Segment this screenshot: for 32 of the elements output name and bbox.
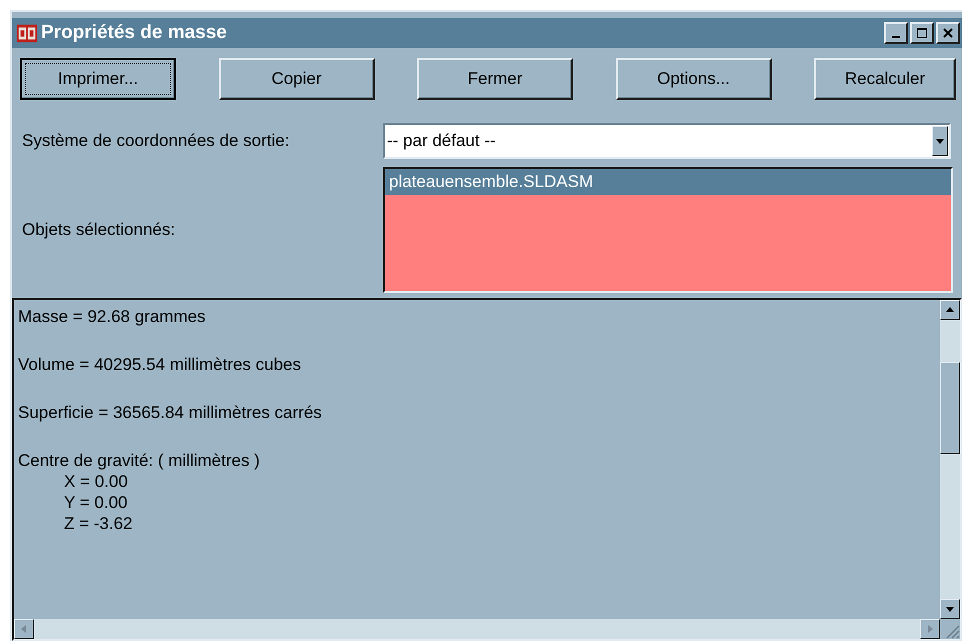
- result-line: Y = 0.00: [63, 492, 128, 513]
- close-button[interactable]: [936, 22, 960, 44]
- dialog-button[interactable]: Copier: [218, 58, 374, 100]
- horizontal-scrollbar[interactable]: [14, 619, 960, 639]
- scroll-right-icon: [925, 624, 935, 634]
- minimize-button[interactable]: [884, 22, 908, 44]
- result-line: X = 0.00: [63, 471, 129, 492]
- app-logo-icon: [16, 22, 38, 44]
- close-icon: [941, 26, 955, 40]
- coordinate-system-dropdown[interactable]: -- par défaut --: [383, 123, 951, 159]
- field-label: Système de coordonnées de sortie:: [22, 131, 290, 151]
- result-line: Masse = 92.68 grammes: [18, 306, 207, 327]
- dialog-button[interactable]: Recalculer: [814, 58, 956, 100]
- dialog-button[interactable]: Fermer: [417, 58, 573, 100]
- result-line: Superficie = 36565.84 millimètres carrés: [18, 402, 323, 423]
- scroll-thumb[interactable]: [940, 362, 960, 454]
- caret-icon: [935, 136, 945, 146]
- maximize-button[interactable]: [910, 22, 934, 44]
- result-line: Volume = 40295.54 millimètres cubes: [18, 354, 302, 375]
- maximize-icon: [915, 26, 929, 40]
- field-label: Objets sélectionnés:: [22, 220, 176, 240]
- vertical-scrollbar[interactable]: [940, 300, 960, 619]
- dialog-button[interactable]: Imprimer...: [20, 58, 176, 100]
- scroll-up-icon: [945, 305, 955, 315]
- list-item[interactable]: plateauensemble.SLDASM: [385, 169, 951, 195]
- scroll-down-icon: [945, 604, 955, 614]
- result-line: Centre de gravité: ( millimètres ): [18, 450, 261, 471]
- dialog-button[interactable]: Options...: [616, 58, 772, 100]
- window-title: Propriétés de masse: [41, 22, 228, 44]
- result-line: Z = -3.62: [63, 513, 134, 534]
- scroll-left-icon: [19, 624, 29, 634]
- minimize-icon: [892, 36, 900, 38]
